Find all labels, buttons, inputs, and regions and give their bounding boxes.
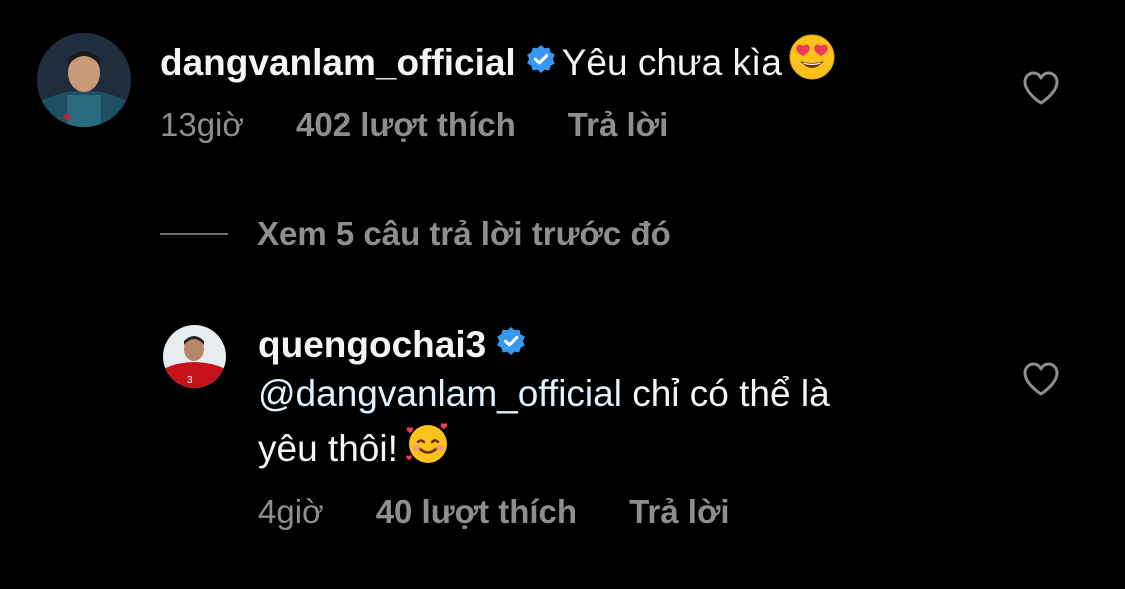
heart-eyes-emoji-icon — [788, 33, 836, 91]
likes-count[interactable]: 402 lượt thích — [296, 106, 516, 143]
reply-text-part2: yêu thôi! — [258, 427, 398, 469]
reply-reply-button[interactable]: Trả lời — [629, 493, 730, 530]
reply-timestamp: 4giờ — [258, 493, 324, 530]
reply-text-part1: chỉ có thể là — [621, 373, 830, 414]
reply-button[interactable]: Trả lời — [568, 106, 669, 143]
svg-text:3: 3 — [187, 375, 193, 386]
timestamp: 13giờ — [160, 106, 245, 143]
avatar-image — [37, 33, 131, 127]
reply-header: quengochai3 — [258, 322, 532, 372]
reply-meta: 4giờ 40 lượt thích Trả lời — [258, 492, 782, 532]
reply-avatar-image: 3 — [163, 325, 226, 388]
view-replies-label[interactable]: Xem 5 câu trả lời trước đó — [257, 212, 671, 256]
username[interactable]: dangvanlam_official — [160, 42, 516, 83]
smiling-face-with-hearts-emoji-icon — [404, 418, 452, 478]
verified-badge-icon — [526, 40, 556, 84]
comment-line: dangvanlam_official Yêu chưa kìa — [160, 33, 836, 97]
verified-badge-icon — [496, 322, 526, 366]
reply-like-heart-icon[interactable] — [1022, 361, 1060, 402]
comment-text: Yêu chưa kìa — [561, 41, 782, 83]
mention-link[interactable]: @dangvanlam_official — [258, 373, 622, 414]
divider-line — [160, 233, 228, 235]
reply-likes-count[interactable]: 40 lượt thích — [376, 493, 577, 530]
reply-text: @dangvanlam_official chỉ có thể là yêu t… — [258, 370, 978, 484]
comment-meta: 13giờ 402 lượt thích Trả lời — [160, 105, 720, 145]
avatar[interactable] — [37, 33, 131, 127]
reply-username[interactable]: quengochai3 — [258, 324, 486, 365]
like-heart-icon[interactable] — [1022, 70, 1060, 111]
reply-avatar[interactable]: 3 — [163, 325, 226, 388]
